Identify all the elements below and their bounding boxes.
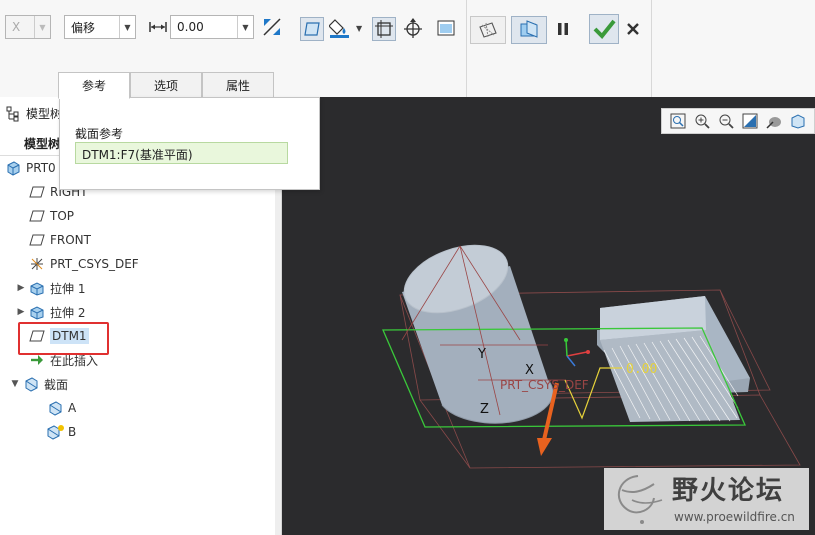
tree-item-label: 截面 xyxy=(44,377,69,392)
offset-value: 0.00 xyxy=(177,20,204,34)
section-reference-field[interactable]: DTM1:F7(基准平面) xyxy=(75,142,288,164)
watermark: 野火论坛 www.proewildfire.cn xyxy=(604,468,809,530)
refit-icon[interactable] xyxy=(668,111,688,131)
flip-direction-button[interactable] xyxy=(260,15,284,39)
tree-root-label: PRT0 xyxy=(26,161,56,175)
feature-preview-button[interactable] xyxy=(511,16,547,44)
section-new-icon xyxy=(46,424,64,440)
drag-handle-button[interactable] xyxy=(401,16,425,40)
tab-options-label: 选项 xyxy=(153,78,178,93)
cancel-button[interactable] xyxy=(621,17,645,41)
tree-item-label: 拉伸 2 xyxy=(50,305,86,320)
chevron-down-icon: ▼ xyxy=(34,16,50,38)
extrude-icon xyxy=(28,304,46,320)
section-icon xyxy=(46,400,64,416)
tree-item-csys[interactable]: PRT_CSYS_DEF xyxy=(14,253,139,275)
watermark-logo-icon xyxy=(617,475,663,524)
zoom-in-icon[interactable] xyxy=(692,111,712,131)
pause-button[interactable] xyxy=(551,17,575,41)
repaint-icon[interactable] xyxy=(740,111,760,131)
csys-label: PRT_CSYS_DEF xyxy=(500,378,589,392)
offset-dimension-icon xyxy=(146,15,170,39)
chevron-down-icon: ▼ xyxy=(119,16,135,38)
tree-item-extrude-1[interactable]: ▶ 拉伸 1 xyxy=(14,277,85,299)
display-style-icon[interactable] xyxy=(764,111,784,131)
preview-window-button[interactable] xyxy=(434,16,458,40)
references-panel: 截面参考 DTM1:F7(基准平面) xyxy=(59,97,320,190)
extrude-icon xyxy=(28,280,46,296)
offset-dimension-label: 0.00 xyxy=(626,362,657,377)
zoom-out-icon[interactable] xyxy=(716,111,736,131)
type-combo[interactable]: 偏移 ▼ xyxy=(64,15,136,39)
watermark-url: www.proewildfire.cn xyxy=(674,510,795,524)
section-reference-label: 截面参考 xyxy=(75,127,124,141)
view-toolbar xyxy=(661,108,815,134)
fill-color-button[interactable] xyxy=(328,15,352,39)
tree-item-top[interactable]: TOP xyxy=(14,205,74,227)
geometry-check-button[interactable] xyxy=(470,16,506,44)
tree-item-section-b[interactable]: B xyxy=(32,421,76,443)
model-tree-header: 模型树 xyxy=(6,105,62,122)
tab-properties-label: 属性 xyxy=(225,78,250,93)
chevron-down-icon: ▼ xyxy=(237,16,253,38)
tree-item-extrude-2[interactable]: ▶ 拉伸 2 xyxy=(14,301,85,323)
tree-item-label: PRT_CSYS_DEF xyxy=(50,257,139,271)
tree-item-label: FRONT xyxy=(50,233,91,247)
tab-references-label: 参考 xyxy=(81,79,106,93)
tree-icon xyxy=(6,106,19,121)
csys-icon xyxy=(28,256,46,272)
datum-plane-icon xyxy=(28,184,46,200)
expand-arrow-icon[interactable]: ▶ xyxy=(14,283,28,293)
type-combo-value: 偏移 xyxy=(71,20,96,35)
datum-plane-icon xyxy=(28,232,46,248)
section-icon xyxy=(22,376,40,392)
tree-item-section-a[interactable]: A xyxy=(32,397,76,419)
part-icon xyxy=(4,160,22,176)
section-display-button[interactable] xyxy=(300,17,324,41)
axis-label-z: Z xyxy=(480,402,489,417)
tab-references[interactable]: 参考 xyxy=(58,72,130,99)
tree-item-front[interactable]: FRONT xyxy=(14,229,91,251)
tree-item-label: B xyxy=(68,425,77,439)
datum-plane-icon xyxy=(28,208,46,224)
watermark-title: 野火论坛 xyxy=(672,476,785,506)
offset-value-combo[interactable]: 0.00 ▼ xyxy=(170,15,254,39)
tree-item-label: A xyxy=(68,401,77,415)
saved-views-icon[interactable] xyxy=(788,111,808,131)
tree-root[interactable]: PRT0 xyxy=(4,157,56,179)
chevron-down-icon[interactable]: ▼ xyxy=(356,24,362,33)
axis-label-x: X xyxy=(525,363,534,378)
tab-options[interactable]: 选项 xyxy=(130,72,202,98)
collapse-arrow-icon[interactable]: ▼ xyxy=(8,379,22,389)
ok-button[interactable] xyxy=(589,14,619,44)
tree-item-label: TOP xyxy=(50,209,75,223)
direction-combo-value: X xyxy=(12,20,21,34)
tree-item-label: 拉伸 1 xyxy=(50,281,86,296)
tree-scrollbar[interactable] xyxy=(275,157,281,535)
model-tree-header-label: 模型树 xyxy=(26,107,63,121)
highlight-box xyxy=(18,322,109,355)
axis-label-y: Y xyxy=(477,347,486,362)
direction-combo[interactable]: X ▼ xyxy=(5,15,51,39)
tree-item-sections[interactable]: ▼ 截面 xyxy=(4,373,68,395)
hatch-display-button[interactable] xyxy=(372,17,396,41)
model-tree-subheader: 模型树 xyxy=(24,137,61,151)
tab-properties[interactable]: 属性 xyxy=(202,72,274,98)
expand-arrow-icon[interactable]: ▶ xyxy=(14,307,28,317)
